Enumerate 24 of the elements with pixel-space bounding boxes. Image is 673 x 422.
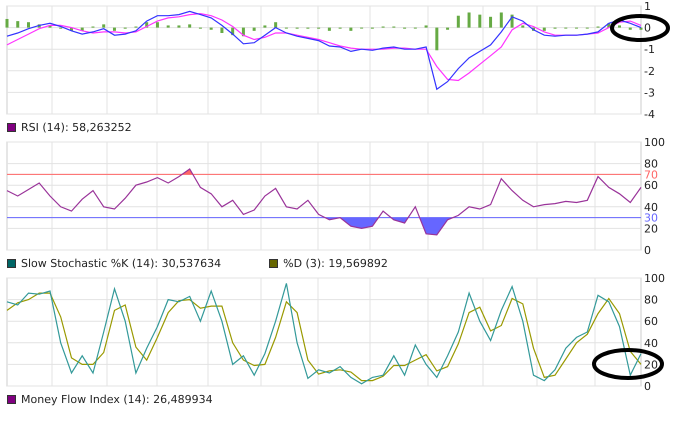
axis-tick-label: 20 (644, 358, 658, 372)
legend-label: %D (3): 19,569892 (283, 257, 388, 270)
axis-tick-label: -2 (644, 64, 655, 78)
axis-tick-label: 40 (644, 336, 658, 350)
legend-label: RSI (14): 58,263252 (21, 121, 132, 134)
axis-tick-label: -1 (644, 43, 655, 56)
axis-tick-label: 0 (644, 380, 651, 391)
axis-tick-label: 40 (644, 200, 658, 214)
axis-tick-label: 0 (644, 22, 651, 35)
axis-tick-label: -4 (644, 108, 655, 119)
axis-tick-label: 100 (644, 272, 665, 285)
axis-tick-label: 100 (644, 136, 665, 149)
axis-tick-label: 1 (644, 0, 651, 13)
axis-tick-label: 0 (644, 244, 651, 255)
axis-tick-label: 60 (644, 179, 658, 192)
axis-tick-label: 70 (644, 168, 658, 182)
axis-tick-label: 80 (644, 294, 658, 307)
axis-tick-label: 60 (644, 315, 658, 328)
legend-label: Slow Stochastic %K (14): 30,537634 (21, 257, 222, 270)
axis-tick-label: 80 (644, 158, 658, 171)
axis-tick-label: -3 (644, 86, 655, 100)
axis-tick-label: 30 (644, 212, 658, 225)
axis-tick-label: 20 (644, 222, 658, 236)
legend-label: Money Flow Index (14): 26,489934 (21, 393, 213, 406)
